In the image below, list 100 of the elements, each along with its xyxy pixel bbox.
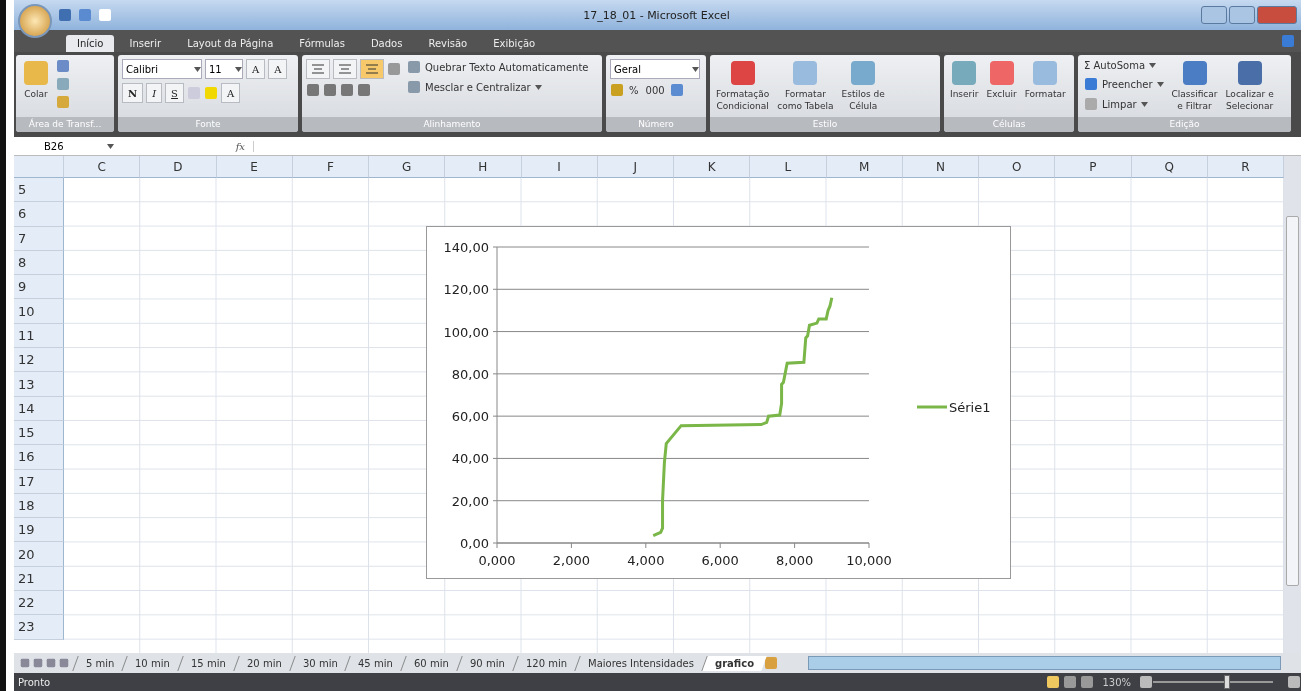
row-header[interactable]: 9 [14, 275, 64, 300]
row-header[interactable]: 13 [14, 372, 64, 397]
align-button[interactable] [333, 59, 357, 79]
shrink-font-button[interactable]: A [268, 59, 288, 79]
vertical-scrollbar[interactable] [1284, 156, 1301, 653]
grow-font-button[interactable]: A [246, 59, 266, 79]
sheet-tab[interactable]: 10 min [121, 655, 183, 671]
column-header[interactable]: J [597, 156, 674, 178]
row-header[interactable]: 23 [14, 615, 64, 640]
group-label: Células [944, 117, 1074, 132]
row-header[interactable]: 6 [14, 202, 64, 227]
minimize-button[interactable] [1201, 6, 1227, 24]
cell-grid[interactable]: 0,00 20,00 40,00 60,00 80,00 100,00 120,00 140,00 0,000 2,000 4,000 6,000 8,000 10,000 Série1 [64, 178, 1284, 653]
font-color-button[interactable]: A [220, 83, 241, 103]
align-lines-icon [312, 64, 324, 74]
caret-icon [1140, 101, 1148, 107]
sheet-tab[interactable]: 5 min [72, 655, 128, 671]
column-header[interactable]: D [140, 156, 217, 178]
style-button[interactable]: Estilos de Célula [839, 59, 887, 112]
align-button[interactable] [360, 59, 384, 79]
row-header[interactable]: 20 [14, 542, 64, 567]
sheet-tab[interactable]: 20 min [233, 655, 295, 671]
name-box[interactable]: B26 [14, 140, 114, 152]
ribbon-tab[interactable]: Exibição [482, 35, 547, 52]
find-select-button[interactable]: Localizar e Selecionar [1223, 59, 1276, 112]
column-header[interactable]: O [979, 156, 1056, 178]
row-header[interactable]: 17 [14, 469, 64, 494]
row-header[interactable]: 16 [14, 445, 64, 470]
ribbon-tab[interactable]: Dados [359, 35, 414, 52]
cells-button[interactable]: Formatar [1022, 59, 1068, 100]
column-header[interactable]: I [521, 156, 598, 178]
row-header[interactable]: 22 [14, 591, 64, 616]
row-header[interactable]: 12 [14, 348, 64, 373]
sheet-tab[interactable]: 15 min [177, 655, 239, 671]
column-header[interactable]: N [902, 156, 979, 178]
ribbon-tab[interactable]: Início [66, 35, 115, 52]
column-header[interactable]: C [64, 156, 141, 178]
sheet-tab[interactable]: 90 min [456, 655, 518, 671]
y-tick-label: 20,00 [451, 493, 489, 509]
cells-button[interactable]: Inserir [948, 59, 981, 100]
chart-area[interactable]: 0,00 20,00 40,00 60,00 80,00 100,00 120,00 140,00 0,000 2,000 4,000 6,000 8,000 10,000 Série1 [426, 226, 1011, 579]
office-button[interactable] [18, 4, 52, 38]
row-header[interactable]: 18 [14, 493, 64, 519]
row-header[interactable]: 21 [14, 566, 64, 592]
paste-button[interactable]: Colar [20, 59, 52, 100]
percent-button[interactable]: % [627, 83, 641, 97]
italic-button[interactable]: I [146, 83, 163, 103]
row-header[interactable]: 15 [14, 420, 64, 446]
row-header[interactable]: 19 [14, 518, 64, 543]
scroll-thumb[interactable] [1286, 216, 1299, 586]
sheet-tab[interactable]: 30 min [288, 655, 351, 671]
column-header[interactable]: P [1055, 156, 1132, 178]
autosum-button[interactable]: Σ AutoSoma [1082, 59, 1159, 72]
legend-label: Série1 [949, 400, 991, 415]
row-header[interactable]: 5 [14, 178, 64, 203]
underline-button[interactable]: S [165, 83, 184, 103]
row-header[interactable]: 14 [14, 396, 64, 421]
fill-button[interactable]: Preencher [1082, 76, 1166, 92]
column-header[interactable]: Q [1131, 156, 1208, 178]
sheet-tab[interactable]: grafico [701, 655, 767, 671]
slider-thumb[interactable] [1224, 675, 1231, 689]
align-button[interactable] [306, 59, 330, 79]
thousands-button[interactable]: 000 [643, 83, 667, 97]
column-header[interactable]: M [826, 156, 903, 178]
bold-button[interactable]: N [122, 83, 144, 103]
select-all-corner[interactable] [14, 156, 64, 178]
ribbon-tab[interactable]: Layout da Página [176, 35, 285, 52]
column-header[interactable]: K [674, 156, 751, 178]
style-button[interactable]: Formatação Condicional [714, 59, 772, 112]
row-header[interactable]: 7 [14, 226, 64, 251]
column-header[interactable]: R [1207, 156, 1284, 178]
caret-icon [1156, 81, 1164, 87]
number-format-field[interactable]: Geral [610, 59, 700, 79]
row-header[interactable]: 11 [14, 323, 64, 349]
row-header[interactable]: 10 [14, 299, 64, 324]
clear-button[interactable]: Limpar [1082, 96, 1150, 112]
tick-mark [492, 373, 498, 375]
column-header[interactable]: L [750, 156, 827, 178]
column-header[interactable]: E [216, 156, 293, 178]
column-header[interactable]: F [292, 156, 369, 178]
ribbon-tab[interactable]: Inserir [118, 35, 173, 52]
column-header[interactable]: H [445, 156, 522, 178]
zoom-level[interactable]: 130% [1102, 676, 1131, 688]
ribbon-tab[interactable]: Revisão [417, 35, 479, 52]
wrap-text-button[interactable]: Quebrar Texto Automaticamente [405, 59, 591, 75]
font-size-field[interactable]: 11 [205, 59, 243, 79]
ribbon-tab[interactable]: Fórmulas [288, 35, 356, 52]
horizontal-scrollbar[interactable] [807, 656, 1281, 670]
sheet-tab[interactable]: 45 min [344, 655, 406, 671]
merge-button[interactable]: Mesclar e Centralizar [405, 79, 544, 95]
sheet-tab[interactable]: 120 min [512, 655, 580, 671]
style-button[interactable]: Formatar como Tabela [775, 59, 836, 112]
sort-filter-button[interactable]: Classificar e Filtrar [1169, 59, 1220, 112]
row-header[interactable]: 8 [14, 250, 64, 276]
cells-button[interactable]: Excluir [984, 59, 1019, 100]
sheet-tab[interactable]: 60 min [400, 655, 462, 671]
maximize-button[interactable] [1229, 6, 1255, 24]
font-name-field[interactable]: Calibri [122, 59, 202, 79]
function-label[interactable]: fx [114, 140, 254, 152]
column-header[interactable]: G [369, 156, 446, 178]
